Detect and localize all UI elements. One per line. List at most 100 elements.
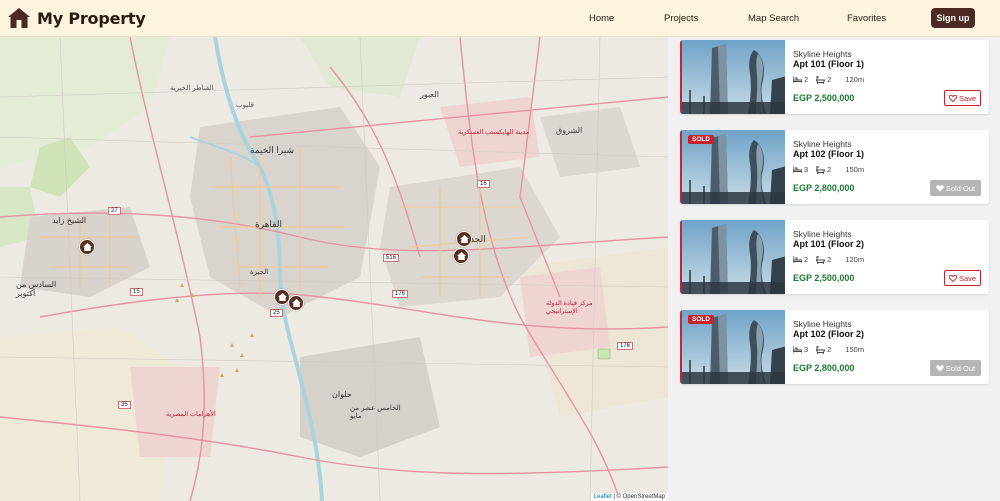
bath-icon (816, 255, 826, 264)
map-label: شبرا الخيمة (250, 145, 295, 155)
listing-thumbnail[interactable] (680, 40, 785, 114)
bedroom-count: 3 (804, 165, 809, 174)
listing-specs: 2 2 120m (793, 255, 872, 264)
listing-card[interactable]: Skyline Heights Apt 101 (Floor 2) 2 2 12… (680, 220, 989, 294)
property-marker-icon[interactable] (288, 295, 304, 311)
listing-specs: 2 2 120m (793, 75, 872, 84)
listing-price: EGP 2,800,000 (793, 183, 855, 193)
sold-out-label: Sold Out (945, 183, 976, 193)
property-marker-icon[interactable] (79, 239, 95, 255)
save-button[interactable]: Save (944, 90, 981, 106)
sold-out-button: Sold Out (930, 360, 981, 376)
listing-info: Skyline Heights Apt 102 (Floor 1) 3 2 15… (793, 130, 989, 204)
project-name: Skyline Heights (793, 319, 852, 329)
road-shield: 25 (270, 309, 283, 317)
house-icon (8, 8, 30, 28)
bath-icon (816, 345, 826, 354)
bathroom-count: 2 (827, 165, 832, 174)
listing-info: Skyline Heights Apt 101 (Floor 1) 2 2 12… (793, 40, 989, 114)
map-label: القناطر الخيرية (170, 85, 214, 92)
nav-map-search[interactable]: Map Search (748, 13, 799, 24)
save-label: Save (958, 273, 977, 283)
listing-price: EGP 2,500,000 (793, 273, 855, 283)
leaflet-link[interactable]: Leaflet (594, 494, 612, 500)
signup-button[interactable]: Sign up (931, 8, 975, 28)
nav-favorites[interactable]: Favorites (847, 13, 886, 24)
project-name: Skyline Heights (793, 49, 852, 59)
top-navbar: My Property Home Projects Map Search Fav… (0, 0, 1000, 37)
property-marker-icon[interactable] (453, 248, 469, 264)
unit-area: 120m (845, 255, 865, 264)
road-shield: 15 (130, 288, 143, 296)
sold-badge: SOLD (688, 135, 715, 144)
nav-projects[interactable]: Projects (664, 13, 698, 24)
road-shield: 16 (477, 180, 490, 188)
bedroom-count: 2 (804, 255, 809, 264)
listing-card[interactable]: SOLD Skyline Heights Apt 102 (Floor 2) 3… (680, 310, 989, 384)
osm-attribution[interactable]: | © OpenStreetMap (613, 494, 665, 500)
listing-price: EGP 2,800,000 (793, 363, 855, 373)
heart-icon (936, 184, 944, 191)
bathroom-count: 2 (827, 345, 832, 354)
project-name: Skyline Heights (793, 229, 852, 239)
map-label: الجيزة (250, 269, 269, 276)
map-label: الشيخ زايد (52, 216, 87, 225)
listing-thumbnail[interactable]: SOLD (680, 310, 785, 384)
map-label: حلوان (332, 390, 352, 399)
map-label: الأهرامات المصرية (166, 411, 216, 418)
bed-icon (793, 76, 802, 83)
save-button[interactable]: Save (944, 270, 981, 286)
heart-icon (936, 364, 944, 371)
property-marker-icon[interactable] (456, 231, 472, 247)
listing-thumbnail[interactable]: SOLD (680, 130, 785, 204)
map-label: الشروق (556, 126, 583, 135)
road-shield: 35 (118, 401, 131, 409)
listing-info: Skyline Heights Apt 102 (Floor 2) 3 2 15… (793, 310, 989, 384)
map-view[interactable]: القناطر الخيرية قليوب العبور شبرا الخيمة… (0, 37, 668, 501)
unit-title[interactable]: Apt 102 (Floor 1) (793, 149, 864, 159)
bathroom-count: 2 (827, 75, 832, 84)
unit-title[interactable]: Apt 102 (Floor 2) (793, 329, 864, 339)
project-name: Skyline Heights (793, 139, 852, 149)
unit-title[interactable]: Apt 101 (Floor 2) (793, 239, 864, 249)
listing-thumbnail[interactable] (680, 220, 785, 294)
road-shield: 516 (383, 254, 400, 262)
save-label: Save (958, 93, 977, 103)
unit-area: 150m (845, 345, 865, 354)
nav-home[interactable]: Home (589, 13, 614, 24)
unit-title[interactable]: Apt 101 (Floor 1) (793, 59, 864, 69)
map-label: قليوب (236, 102, 254, 109)
map-label: مدينة الهايكستب العسكرية (458, 129, 530, 136)
heart-icon (948, 94, 957, 102)
unit-area: 150m (845, 165, 865, 174)
heart-icon (948, 274, 957, 282)
map-label: السادس من أكتوبر (16, 280, 57, 298)
road-shield: 27 (108, 207, 121, 215)
bedroom-count: 2 (804, 75, 809, 84)
listing-card[interactable]: SOLD Skyline Heights Apt 102 (Floor 1) 3… (680, 130, 989, 204)
bed-icon (793, 166, 802, 173)
map-label: مركز قيادة الدولة الإستراتيجي (546, 300, 593, 315)
listing-specs: 3 2 150m (793, 345, 872, 354)
road-shield: 176 (392, 290, 409, 298)
map-attribution: Leaflet | © OpenStreetMap (590, 493, 668, 501)
map-label: الخامس عشر من مايو (350, 405, 401, 420)
sold-badge: SOLD (688, 315, 715, 324)
map-label: القاهرة (255, 219, 282, 229)
listing-card[interactable]: Skyline Heights Apt 101 (Floor 1) 2 2 12… (680, 40, 989, 114)
bath-icon (816, 165, 826, 174)
listing-info: Skyline Heights Apt 101 (Floor 2) 2 2 12… (793, 220, 989, 294)
bath-icon (816, 75, 826, 84)
listing-specs: 3 2 150m (793, 165, 872, 174)
unit-area: 120m (845, 75, 865, 84)
listings-panel: Skyline Heights Apt 101 (Floor 1) 2 2 12… (668, 37, 1000, 501)
sold-out-button: Sold Out (930, 180, 981, 196)
road-shield: 176 (617, 342, 634, 350)
building-photo (682, 40, 785, 114)
listing-price: EGP 2,500,000 (793, 93, 855, 103)
map-tiles (0, 37, 668, 501)
sold-out-label: Sold Out (945, 363, 976, 373)
building-photo (682, 220, 785, 294)
brand-logo-link[interactable]: My Property (7, 7, 146, 29)
bed-icon (793, 346, 802, 353)
